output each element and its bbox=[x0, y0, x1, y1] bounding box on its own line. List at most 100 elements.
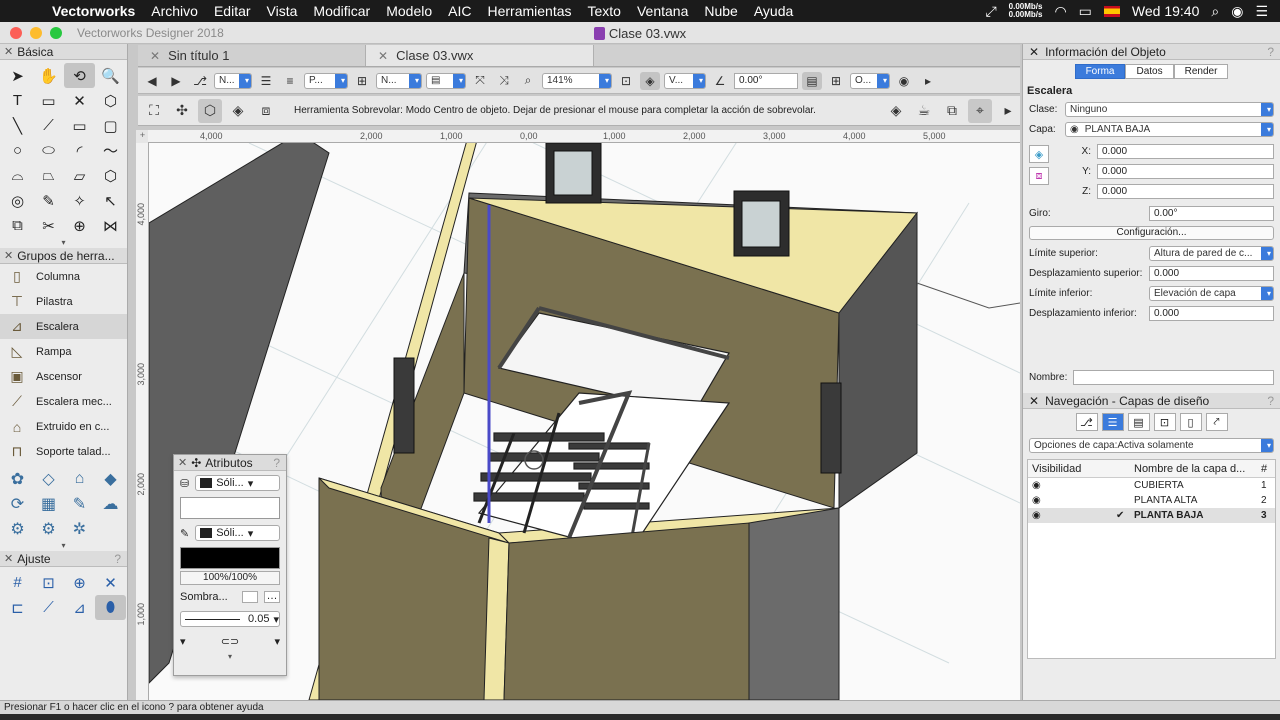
menu-modificar[interactable]: Modificar bbox=[305, 3, 378, 19]
nav-design-layers-icon[interactable]: ☰ bbox=[1101, 413, 1124, 431]
flyover-icon[interactable]: ⟲ bbox=[64, 63, 95, 88]
close-icon[interactable]: ✕ bbox=[4, 552, 13, 565]
wifi-icon[interactable]: ◠ bbox=[1054, 3, 1066, 20]
site-icon[interactable]: ✿ bbox=[2, 466, 33, 491]
polygon-icon[interactable]: ⏢ bbox=[33, 163, 64, 188]
offset-icon[interactable]: ⧉ bbox=[2, 213, 33, 238]
oval-icon[interactable]: ⬭ bbox=[33, 138, 64, 163]
layer-row[interactable]: ◉ CUBIERTA 1 bbox=[1028, 478, 1275, 493]
close-tab-icon[interactable]: ✕ bbox=[150, 49, 160, 63]
navigation-header[interactable]: ✕ Navegación - Capas de diseño ? bbox=[1023, 393, 1280, 409]
opacity-field[interactable]: 100%/100% bbox=[180, 571, 280, 585]
link-icon[interactable]: ⊂⊃ bbox=[221, 635, 239, 648]
view-dropdown[interactable]: N... ▾ bbox=[376, 72, 422, 89]
3d-locus-icon[interactable]: ⬡ bbox=[95, 88, 126, 113]
tab-clase-03[interactable]: ✕ Clase 03.vwx bbox=[366, 45, 594, 66]
help-icon[interactable]: ? bbox=[114, 552, 127, 566]
help-icon[interactable]: ? bbox=[1267, 45, 1280, 59]
tool-set-item[interactable]: ⊤ Pilastra bbox=[0, 289, 127, 314]
fill-style-dropdown[interactable]: Sóli... ▾ bbox=[195, 475, 280, 491]
detailing-icon[interactable]: ✎ bbox=[64, 491, 95, 516]
slab-icon[interactable]: ◇ bbox=[33, 466, 64, 491]
tool-set-item[interactable]: ⌂ Extruido en c... bbox=[0, 414, 127, 439]
2d-position-icon[interactable]: ◈ bbox=[1029, 145, 1049, 163]
3d-plane-icon[interactable]: ◈ bbox=[640, 71, 660, 90]
tool-set-item[interactable]: ◺ Rampa bbox=[0, 339, 127, 364]
configuration-button[interactable]: Configuración... bbox=[1029, 226, 1274, 240]
class-select[interactable]: Ninguno ▾ bbox=[1065, 101, 1274, 117]
tool-sets-header[interactable]: ✕ Grupos de herra... bbox=[0, 248, 127, 264]
close-icon[interactable]: ✕ bbox=[178, 456, 187, 469]
split-view-icon[interactable]: ⊞ bbox=[826, 72, 846, 90]
freehand-icon[interactable]: 〜 bbox=[95, 138, 126, 163]
arc-icon[interactable]: ◜ bbox=[64, 138, 95, 163]
close-icon[interactable]: ✕ bbox=[1029, 394, 1039, 408]
angle-icon[interactable]: ∠ bbox=[710, 72, 730, 90]
cube-mode-icon[interactable]: ⧈ bbox=[254, 99, 278, 123]
horizontal-ruler[interactable]: 4,000 2,000 1,000 0,00 1,000 2,000 3,000… bbox=[148, 130, 1020, 143]
bottom-limit-select[interactable]: Elevación de capa ▾ bbox=[1149, 285, 1274, 301]
saved-views-icon[interactable]: ⎇ bbox=[190, 72, 210, 90]
snap-point-icon[interactable]: ⊿ bbox=[64, 595, 95, 620]
machine-icon[interactable]: ⚙ bbox=[2, 516, 33, 541]
move-icon[interactable]: ✣ bbox=[191, 456, 201, 470]
layer-select[interactable]: ◉ PLANTA BAJA ▾ bbox=[1065, 121, 1274, 137]
spiral-icon[interactable]: ◎ bbox=[2, 188, 33, 213]
window-4[interactable] bbox=[820, 382, 842, 474]
input-source-flag-icon[interactable] bbox=[1103, 5, 1120, 17]
options-dropdown[interactable]: O... ▾ bbox=[850, 72, 890, 89]
menu-modelo[interactable]: Modelo bbox=[378, 3, 440, 19]
rotate-icon[interactable]: ⊕ bbox=[64, 213, 95, 238]
menu-ayuda[interactable]: Ayuda bbox=[746, 3, 801, 19]
menu-ventana[interactable]: Ventana bbox=[629, 3, 696, 19]
siri-icon[interactable]: ◉ bbox=[1231, 3, 1243, 20]
working-plane-icon[interactable]: ◈ bbox=[884, 99, 908, 123]
snap-smart-icon[interactable]: ⬮ bbox=[95, 595, 126, 620]
text-tool-icon[interactable]: T bbox=[2, 88, 33, 113]
layer-row[interactable]: ◉ PLANTA ALTA 2 bbox=[1028, 493, 1275, 508]
tab-datos[interactable]: Datos bbox=[1125, 64, 1174, 79]
basic-palette-header[interactable]: ✕ Básica bbox=[0, 44, 127, 60]
collapse-handle[interactable]: ▾ bbox=[0, 541, 127, 551]
tool-set-item[interactable]: ▣ Ascensor bbox=[0, 364, 127, 389]
zoom-dropdown[interactable]: 141% ▾ bbox=[542, 72, 612, 89]
forward-arrow-icon[interactable]: ▶ bbox=[166, 72, 186, 90]
circle-icon[interactable]: ○ bbox=[2, 138, 33, 163]
name-field[interactable] bbox=[1073, 369, 1274, 385]
close-tab-icon[interactable]: ✕ bbox=[378, 49, 388, 63]
dimension-icon[interactable]: ⟳ bbox=[2, 491, 33, 516]
trim-icon[interactable]: ✂ bbox=[33, 213, 64, 238]
y-field[interactable]: 0.000 bbox=[1097, 163, 1274, 179]
nav-sheet-layers-icon[interactable]: ▤ bbox=[1127, 413, 1150, 431]
rotation-field[interactable]: 0.00° bbox=[1149, 205, 1274, 221]
fill-color-swatch[interactable] bbox=[180, 497, 280, 519]
arrow-select-icon[interactable]: ➤ bbox=[2, 63, 33, 88]
snap-tangent-icon[interactable]: ⟋ bbox=[33, 595, 64, 620]
rectangle-icon[interactable]: ▭ bbox=[64, 113, 95, 138]
shadow-toggle[interactable] bbox=[242, 591, 258, 603]
render-mode-dropdown[interactable]: V... ▾ bbox=[664, 72, 706, 89]
visibility-eye-icon[interactable]: ◉ bbox=[1028, 495, 1116, 506]
snap-intersection-icon[interactable]: ✕ bbox=[95, 570, 126, 595]
fullscreen-arrows-icon[interactable]: ⤢ bbox=[985, 3, 996, 20]
building-icon[interactable]: ⌂ bbox=[64, 466, 95, 491]
layers-icon[interactable]: ☰ bbox=[256, 72, 276, 90]
notification-center-icon[interactable]: ☰ bbox=[1255, 3, 1268, 20]
x-field[interactable]: 0.000 bbox=[1097, 143, 1274, 159]
collapse-handle[interactable]: ▾ bbox=[174, 652, 286, 662]
working-plane-mode-icon[interactable]: ◈ bbox=[226, 99, 250, 123]
window-3[interactable] bbox=[393, 357, 415, 454]
collapse-handle[interactable]: ▾ bbox=[0, 238, 127, 248]
snap-loupe-icon[interactable]: ⌖ bbox=[968, 98, 992, 123]
menu-vista[interactable]: Vista bbox=[259, 3, 306, 19]
list-icon[interactable]: ≡ bbox=[280, 72, 300, 90]
rounded-rect-icon[interactable]: ▢ bbox=[95, 113, 126, 138]
end-marker-dropdown[interactable]: ▾ bbox=[274, 635, 280, 648]
mirror-icon[interactable]: ⋈ bbox=[95, 213, 126, 238]
visibility-eye-icon[interactable]: ◉ bbox=[1028, 480, 1116, 491]
visibility-options-icon[interactable]: ◉ bbox=[894, 72, 914, 90]
center-mode-icon[interactable]: ✣ bbox=[170, 99, 194, 123]
double-line-icon[interactable]: ⟋ bbox=[33, 113, 64, 138]
fit-to-window-icon[interactable]: ⤧ bbox=[470, 72, 490, 90]
close-icon[interactable]: ✕ bbox=[4, 45, 13, 58]
